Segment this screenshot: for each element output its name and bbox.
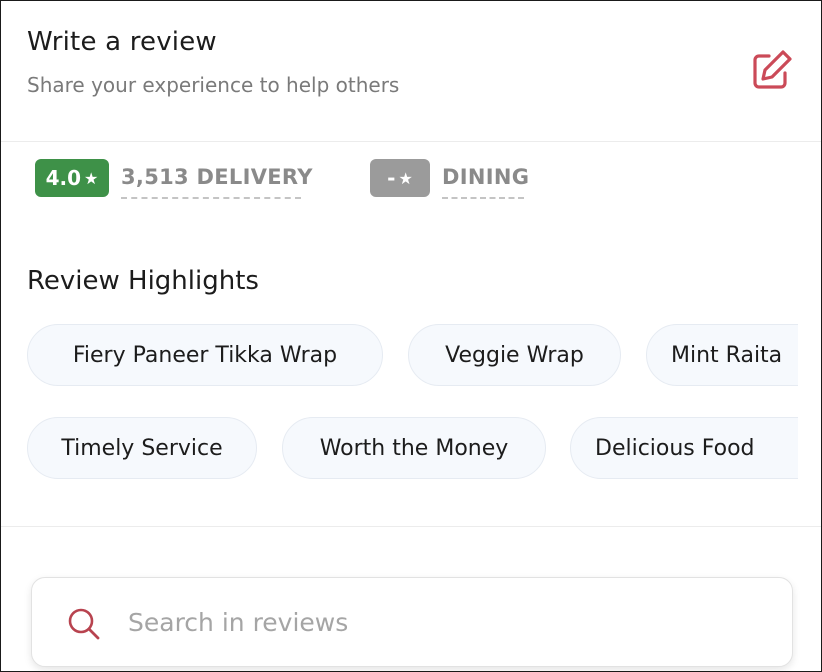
delivery-rating-badge: 4.0 ★ [35,159,109,197]
delivery-rating[interactable]: 4.0 ★ 3,513 DELIVERY [35,159,312,203]
highlight-chip[interactable]: Mint Raita [646,324,798,386]
edit-pencil-icon[interactable] [749,47,795,93]
highlight-chip[interactable]: Fiery Paneer Tikka Wrap [27,324,383,386]
write-review-subtitle: Share your experience to help others [27,73,400,97]
dining-label: DINING [442,165,530,189]
review-highlights-title: Review Highlights [27,266,259,296]
write-review-header[interactable]: Write a review Share your experience to … [1,1,821,141]
search-reviews-box[interactable] [31,577,793,667]
delivery-count-label: 3,513 DELIVERY [121,165,313,189]
search-icon [66,606,102,642]
dining-score: - [387,166,396,190]
dining-rating-badge: - ★ [370,159,430,197]
highlight-chip[interactable]: Worth the Money [282,417,546,479]
star-icon: ★ [398,168,413,188]
star-icon: ★ [84,168,99,188]
highlight-chip[interactable]: Timely Service [27,417,257,479]
header-divider [1,141,821,142]
delivery-label-underline [121,197,301,199]
dining-rating[interactable]: - ★ DINING [370,159,530,203]
write-review-title: Write a review [27,27,217,57]
delivery-score: 4.0 [45,166,82,190]
search-input[interactable] [128,600,748,644]
highlight-chip[interactable]: Delicious Food [570,417,798,479]
dining-label-underline [442,197,524,199]
highlight-chip[interactable]: Veggie Wrap [408,324,621,386]
highlights-divider [1,526,821,527]
review-highlights-chips: Fiery Paneer Tikka Wrap Veggie Wrap Mint… [1,301,798,501]
